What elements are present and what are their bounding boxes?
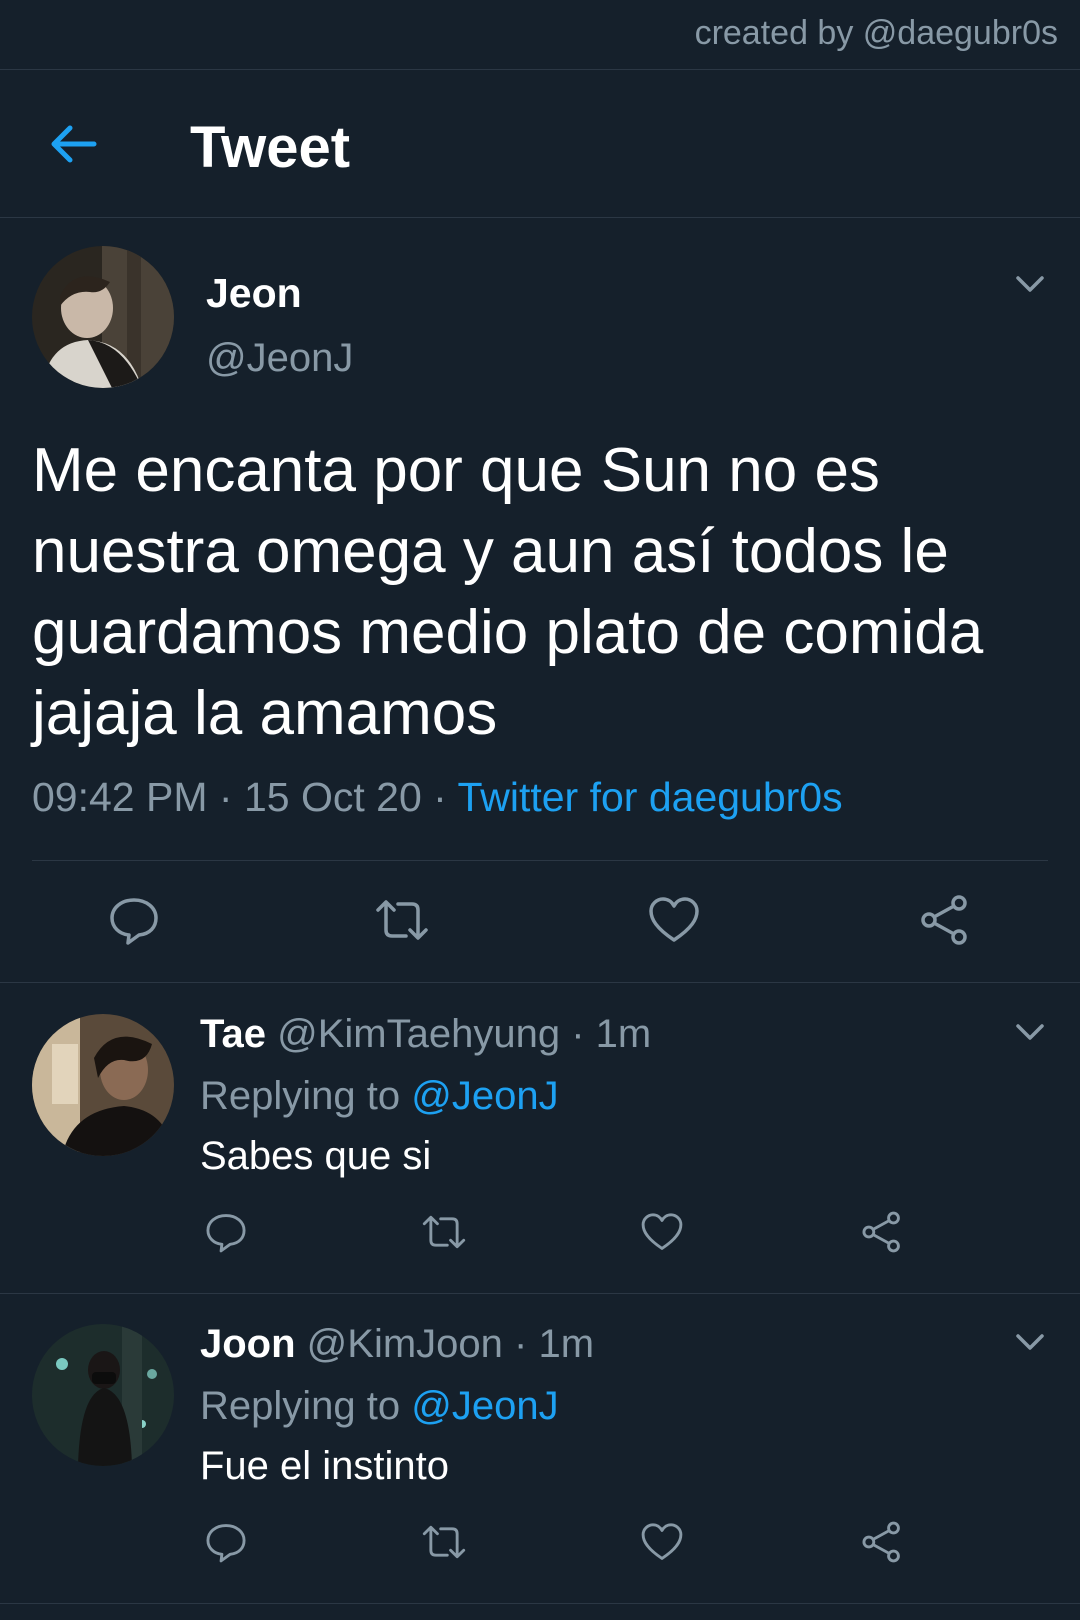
tweet-menu-button[interactable]: [1010, 1012, 1050, 1052]
meta-separator: ·: [218, 774, 233, 820]
tweet-time: 09:42 PM: [32, 774, 208, 820]
chevron-down-icon: [1010, 1012, 1050, 1052]
retweet-button[interactable]: [414, 1512, 474, 1572]
reply-text: Sabes que si: [200, 1134, 432, 1178]
reply-author-handle[interactable]: @KimTaehyung: [277, 1012, 560, 1056]
retweet-button[interactable]: [372, 890, 432, 950]
meta-separator: ·: [433, 774, 447, 820]
meta-separator: ·: [571, 1012, 585, 1056]
comment-icon: [106, 892, 162, 948]
like-button[interactable]: [632, 1512, 692, 1572]
tweet-text: Me encanta por que Sun no es nuestra ome…: [32, 436, 984, 748]
tweet-source-link[interactable]: Twitter for daegubr0s: [457, 774, 842, 820]
reply-button[interactable]: [196, 1202, 256, 1262]
reply-author-name[interactable]: Joon: [200, 1322, 296, 1366]
share-icon: [859, 1519, 905, 1565]
reply-age: 1m: [595, 1012, 652, 1056]
reply-button[interactable]: [196, 1512, 256, 1572]
comment-icon: [203, 1519, 249, 1565]
retweet-icon: [372, 892, 432, 948]
reply-author-name[interactable]: Tae: [200, 1012, 266, 1056]
author-handle[interactable]: @JeonJ: [206, 336, 353, 381]
main-tweet: Jeon @JeonJ Me encanta por que Sun no es…: [0, 218, 1080, 983]
reply-age: 1m: [538, 1322, 595, 1366]
tweet-actions: [0, 890, 1080, 950]
retweet-icon: [419, 1209, 469, 1255]
reply-actions: [0, 1202, 1080, 1262]
replying-to-mention[interactable]: @JeonJ: [411, 1074, 558, 1118]
reply-header: Joon @KimJoon · 1m: [200, 1322, 594, 1367]
reply-button[interactable]: [104, 890, 164, 950]
tweet-menu-button[interactable]: [1010, 264, 1050, 304]
page-title: Tweet: [190, 115, 351, 180]
meta-separator: ·: [514, 1322, 528, 1366]
arrow-left-icon: [46, 116, 102, 172]
reply-actions: [0, 1512, 1080, 1572]
credit-bar: created by @daegubr0s: [0, 0, 1080, 70]
creator-credit: created by @daegubr0s: [694, 14, 1058, 52]
heart-icon: [639, 1519, 685, 1565]
heart-icon: [646, 892, 702, 948]
share-button[interactable]: [852, 1512, 912, 1572]
tweet-meta: 09:42 PM · 15 Oct 20 · Twitter for daegu…: [32, 774, 843, 821]
reply-tweet[interactable]: Joon @KimJoon · 1m Replying to @JeonJ Fu…: [0, 1294, 1080, 1604]
tweet-menu-button[interactable]: [1010, 1322, 1050, 1362]
replying-to-mention[interactable]: @JeonJ: [411, 1384, 558, 1428]
avatar[interactable]: [32, 1324, 174, 1466]
chevron-down-icon: [1010, 1322, 1050, 1362]
replying-to: Replying to @JeonJ: [200, 1384, 559, 1429]
heart-icon: [639, 1209, 685, 1255]
tweet-detail-screen: created by @daegubr0s Tweet Jeon @JeonJ …: [0, 0, 1080, 1620]
retweet-button[interactable]: [414, 1202, 474, 1262]
share-button[interactable]: [915, 890, 975, 950]
app-header: Tweet: [0, 70, 1080, 218]
share-icon: [917, 892, 973, 948]
like-button[interactable]: [644, 890, 704, 950]
reply-author-handle[interactable]: @KimJoon: [307, 1322, 503, 1366]
like-button[interactable]: [632, 1202, 692, 1262]
avatar[interactable]: [32, 1014, 174, 1156]
replying-to-label: Replying to: [200, 1074, 401, 1118]
avatar[interactable]: [32, 246, 174, 388]
back-button[interactable]: [46, 116, 102, 172]
share-button[interactable]: [852, 1202, 912, 1262]
retweet-icon: [419, 1519, 469, 1565]
divider: [32, 860, 1048, 861]
reply-header: Tae @KimTaehyung · 1m: [200, 1012, 651, 1057]
replying-to-label: Replying to: [200, 1384, 401, 1428]
chevron-down-icon: [1010, 264, 1050, 304]
replying-to: Replying to @JeonJ: [200, 1074, 559, 1119]
author-name[interactable]: Jeon: [206, 270, 302, 317]
reply-tweet[interactable]: Tae @KimTaehyung · 1m Replying to @JeonJ…: [0, 984, 1080, 1294]
share-icon: [859, 1209, 905, 1255]
comment-icon: [203, 1209, 249, 1255]
tweet-date: 15 Oct 20: [243, 774, 422, 820]
reply-text: Fue el instinto: [200, 1444, 450, 1488]
